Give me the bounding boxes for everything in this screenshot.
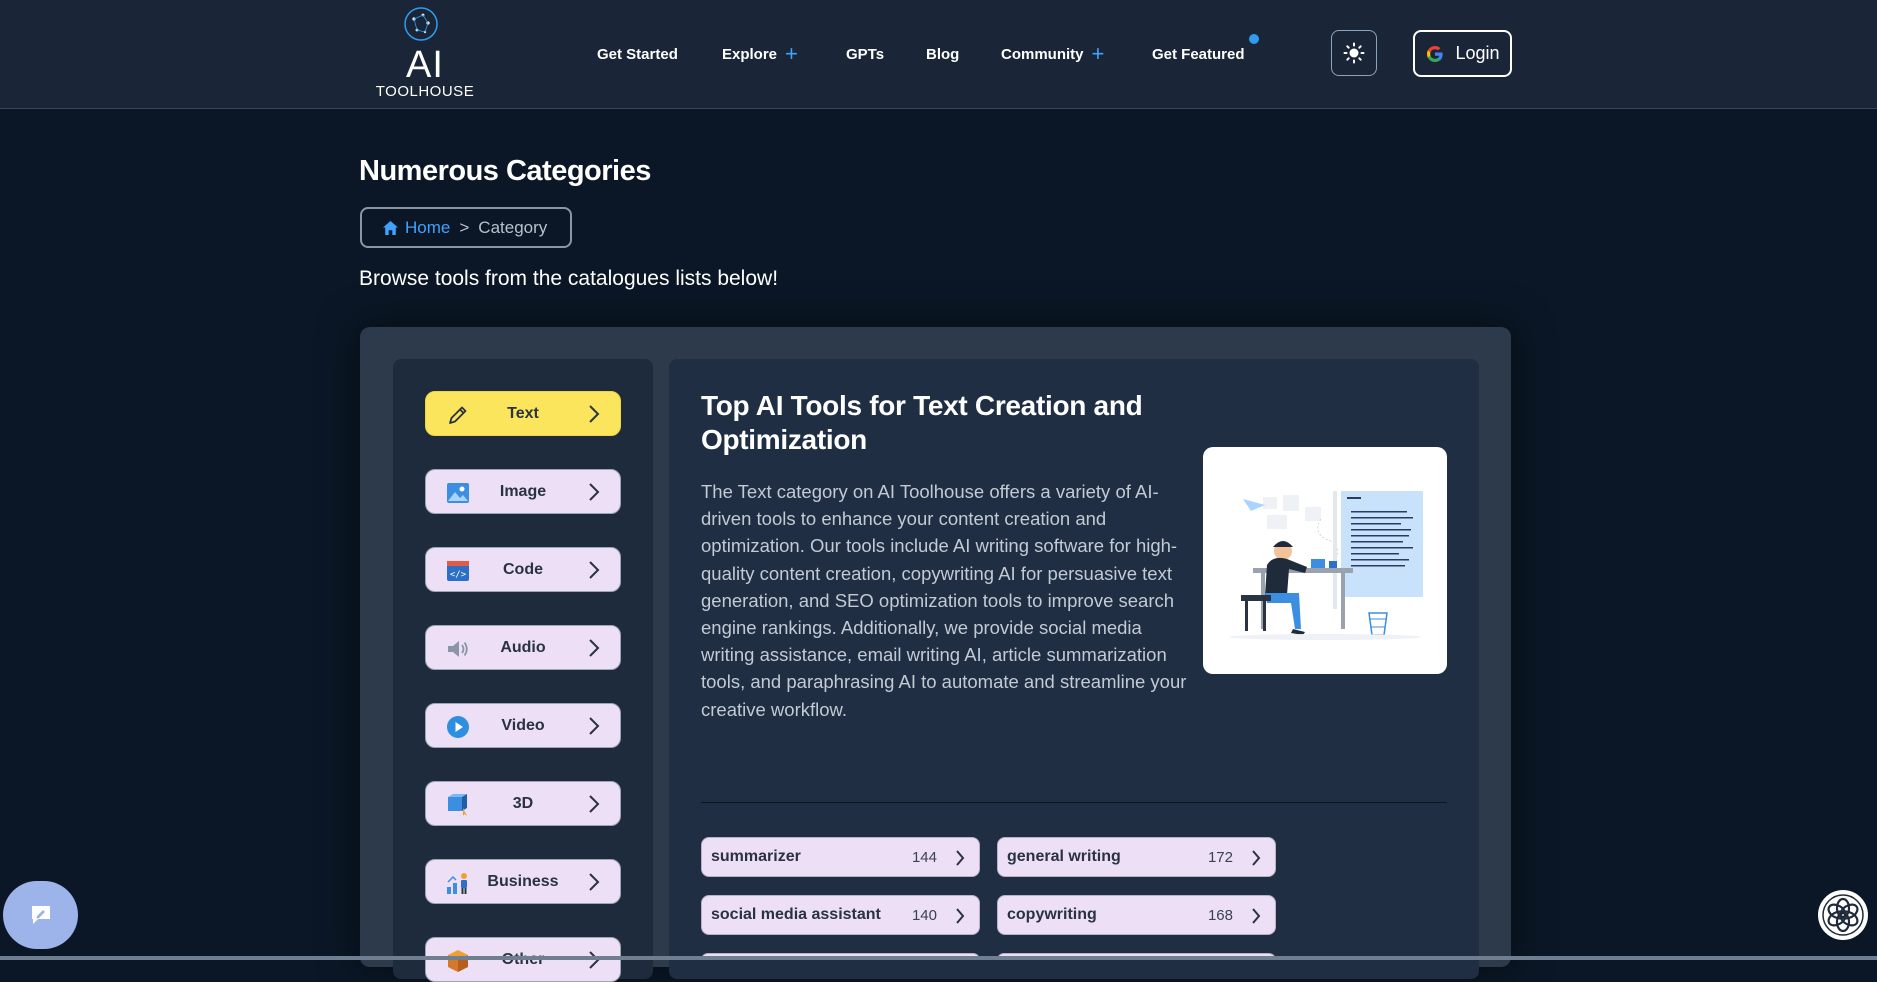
nav-gpts[interactable]: GPTs — [846, 43, 884, 67]
category-button-audio[interactable]: Audio — [425, 625, 621, 670]
constellation-icon — [404, 7, 438, 41]
breadcrumb: Home > Category — [360, 207, 572, 248]
login-label: Login — [1455, 43, 1500, 63]
nav-blog[interactable]: Blog — [926, 43, 959, 67]
tag-name: general writing — [1007, 848, 1121, 865]
breadcrumb-home-link[interactable]: Home — [382, 218, 450, 238]
site-logo[interactable]: AI TOOLHOUSE — [363, 6, 487, 100]
nav-community[interactable]: Community + — [1001, 43, 1104, 67]
tag-count: 172 — [1207, 849, 1233, 866]
tag-count: 168 — [1207, 907, 1233, 924]
horizontal-scrollbar[interactable] — [0, 956, 1877, 960]
chevron-right-icon — [589, 405, 600, 423]
tag-general-writing[interactable]: general writing 172 — [997, 837, 1276, 877]
category-button-image[interactable]: Image — [425, 469, 621, 514]
content-divider — [701, 802, 1447, 803]
page-subtitle: Browse tools from the catalogues lists b… — [359, 267, 779, 290]
theme-toggle-button[interactable] — [1331, 30, 1377, 76]
category-button-code[interactable]: </> Code — [425, 547, 621, 592]
category-illustration — [1203, 447, 1447, 674]
category-button-business[interactable]: Business — [425, 859, 621, 904]
plus-icon: + — [1091, 41, 1105, 66]
plus-icon: + — [785, 41, 798, 66]
nav-get-featured[interactable]: Get Featured — [1152, 34, 1259, 67]
tag-count: 144 — [911, 849, 937, 866]
chevron-right-icon — [956, 908, 965, 924]
chevron-right-icon — [589, 483, 600, 501]
breadcrumb-current: Category — [478, 217, 548, 237]
chatgpt-button[interactable] — [1818, 890, 1868, 940]
login-button[interactable]: Login — [1413, 30, 1512, 77]
breadcrumb-separator: > — [459, 217, 470, 237]
chevron-right-icon — [1252, 850, 1261, 866]
tag-copywriting[interactable]: copywriting 168 — [997, 895, 1276, 935]
tag-social-media-assistant[interactable]: social media assistant 140 — [701, 895, 980, 935]
tag-summarizer[interactable]: summarizer 144 — [701, 837, 980, 877]
chevron-right-icon — [589, 873, 600, 891]
category-title: Top AI Tools for Text Creation and Optim… — [701, 390, 1143, 455]
chevron-right-icon — [589, 639, 600, 657]
chevron-right-icon — [956, 850, 965, 866]
category-button-3d[interactable]: 3D — [425, 781, 621, 826]
tag-name: summarizer — [711, 848, 801, 865]
openai-icon — [1822, 894, 1864, 936]
chevron-right-icon — [589, 951, 600, 969]
logo-subtext: TOOLHOUSE — [375, 83, 475, 100]
feedback-icon — [31, 906, 50, 924]
google-icon — [1427, 45, 1444, 62]
tag-count: 140 — [911, 907, 937, 924]
tag-name: copywriting — [1007, 906, 1097, 923]
chevron-right-icon — [589, 795, 600, 813]
chevron-right-icon — [589, 561, 600, 579]
chevron-right-icon — [589, 717, 600, 735]
logo-text: AI — [406, 44, 444, 86]
notification-dot — [1248, 34, 1259, 44]
category-button-text[interactable]: Text — [425, 391, 621, 436]
sun-icon — [1343, 42, 1365, 64]
nav-get-started[interactable]: Get Started — [597, 43, 678, 67]
site-header: AI TOOLHOUSE Get Started Explore + GPTs B… — [0, 0, 1877, 109]
category-description: The Text category on AI Toolhouse offers… — [701, 481, 1187, 720]
page-title: Numerous Categories — [359, 155, 651, 187]
tag-name: social media assistant — [711, 906, 881, 923]
home-icon — [383, 220, 398, 235]
chevron-right-icon — [1252, 908, 1261, 924]
nav-explore[interactable]: Explore + — [722, 43, 798, 67]
feedback-button[interactable] — [3, 881, 78, 949]
category-button-video[interactable]: Video — [425, 703, 621, 748]
